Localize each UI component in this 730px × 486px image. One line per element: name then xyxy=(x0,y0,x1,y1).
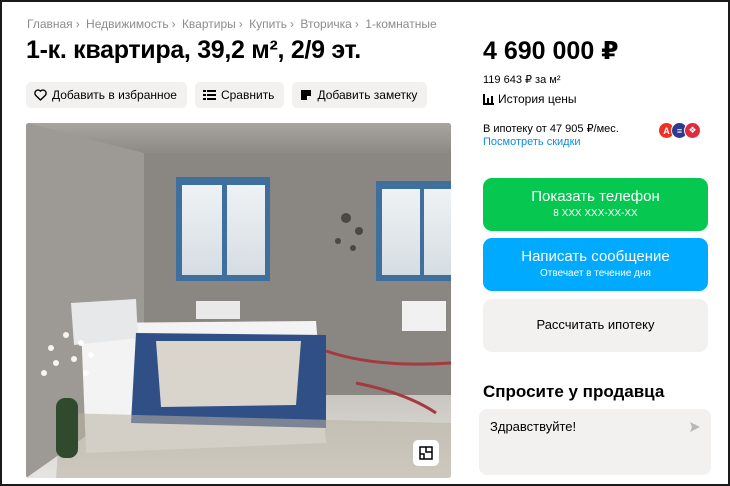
floor-plan-icon xyxy=(419,446,433,460)
add-note-button[interactable]: Добавить заметку xyxy=(292,82,428,108)
response-time-note: Отвечает в течение дня xyxy=(540,268,651,279)
bank-logo-red-icon: ❖ xyxy=(684,122,701,139)
page-title: 1-к. квартира, 39,2 м², 2/9 эт. xyxy=(26,36,361,64)
listing-actions: Добавить в избранное Сравнить Добавить з… xyxy=(26,82,428,108)
calculate-mortgage-button[interactable]: Рассчитать ипотеку xyxy=(483,299,708,352)
breadcrumb-item-secondary[interactable]: Вторичка xyxy=(300,17,351,31)
breadcrumb-separator: › xyxy=(290,17,295,31)
write-message-label: Написать сообщение xyxy=(521,248,670,265)
note-icon xyxy=(301,90,312,100)
add-to-favorites-label: Добавить в избранное xyxy=(52,88,177,102)
send-icon[interactable] xyxy=(689,421,701,433)
breadcrumb-separator: › xyxy=(171,17,176,31)
add-note-label: Добавить заметку xyxy=(317,88,418,102)
breadcrumb-separator: › xyxy=(354,17,359,31)
phone-number-masked: 8 XXX XXX-XX-XX xyxy=(553,208,638,219)
add-to-favorites-button[interactable]: Добавить в избранное xyxy=(26,82,187,108)
compare-label: Сравнить xyxy=(220,88,275,102)
ask-seller-input-text: Здравствуйте! xyxy=(490,419,577,434)
bar-chart-icon xyxy=(483,93,494,105)
breadcrumb-item-realty[interactable]: Недвижимость xyxy=(86,17,169,31)
open-gallery-button[interactable] xyxy=(413,440,439,466)
breadcrumb: Главная › Недвижимость › Квартиры › Купить ›… xyxy=(27,17,437,31)
breadcrumb-item-one-room[interactable]: 1-комнатные xyxy=(365,17,436,31)
breadcrumb-separator: › xyxy=(75,17,80,31)
breadcrumb-item-home[interactable]: Главная xyxy=(27,17,73,31)
listing-photo[interactable] xyxy=(26,123,451,478)
write-message-button[interactable]: Написать сообщение Отвечает в течение дн… xyxy=(483,238,708,291)
calculate-mortgage-label: Рассчитать ипотеку xyxy=(536,317,655,332)
compare-button[interactable]: Сравнить xyxy=(194,82,285,108)
show-phone-button[interactable]: Показать телефон 8 XXX XXX-XX-XX xyxy=(483,178,708,231)
price-history-link[interactable]: История цены xyxy=(483,92,577,106)
ask-seller-input[interactable]: Здравствуйте! xyxy=(479,409,711,475)
breadcrumb-separator: › xyxy=(238,17,243,31)
compare-icon xyxy=(202,90,216,100)
ask-seller-heading: Спросите у продавца xyxy=(483,382,665,401)
show-phone-label: Показать телефон xyxy=(531,188,660,205)
bank-logos: А ≡ ❖ xyxy=(658,122,701,139)
breadcrumb-item-apartments[interactable]: Квартиры xyxy=(182,17,236,31)
price-history-label: История цены xyxy=(498,92,577,106)
apartment-photo-image xyxy=(26,123,451,478)
price: 4 690 000 ₽ xyxy=(483,37,619,65)
mortgage-text: В ипотеку от 47 905 ₽/мес. xyxy=(483,123,619,135)
breadcrumb-item-buy[interactable]: Купить xyxy=(249,17,287,31)
view-discounts-link[interactable]: Посмотреть скидки xyxy=(483,136,581,148)
heart-icon xyxy=(34,89,47,101)
price-per-m2: 119 643 ₽ за м² xyxy=(483,74,561,86)
